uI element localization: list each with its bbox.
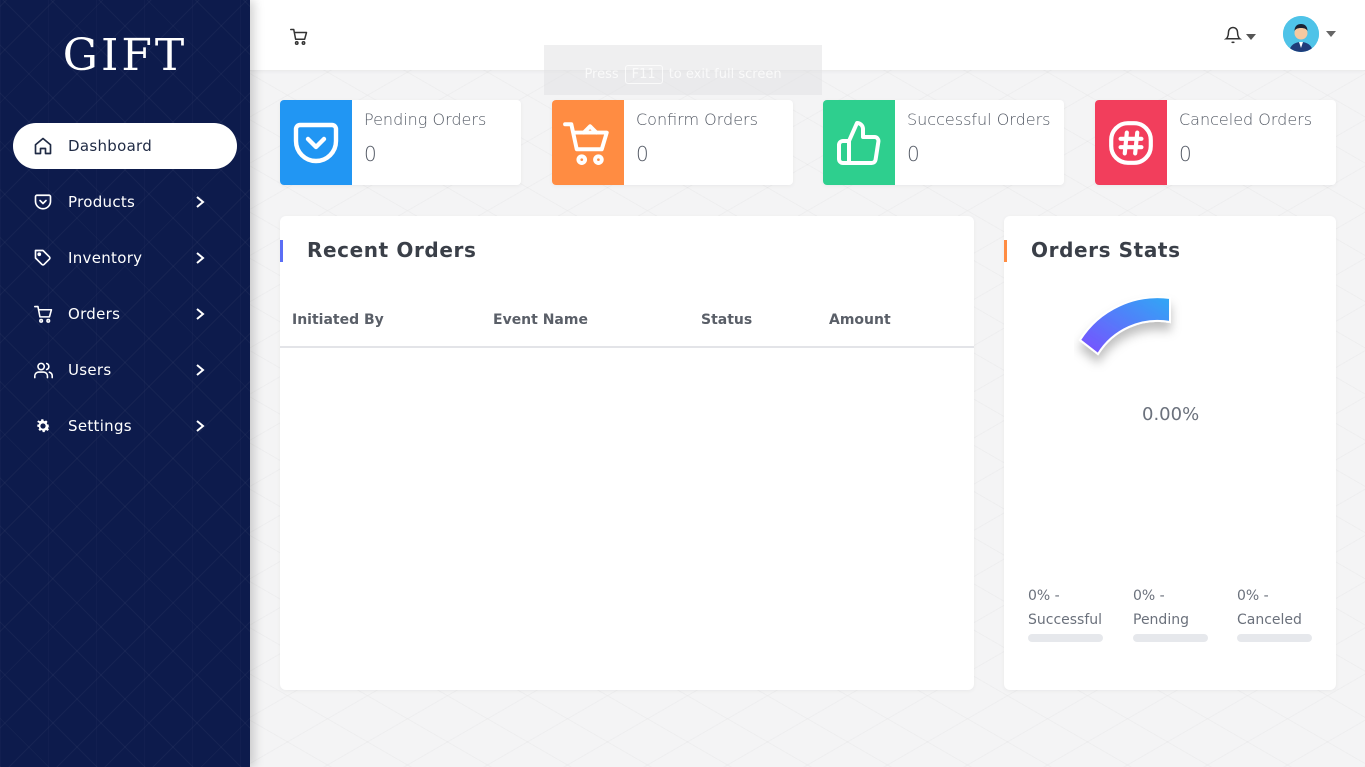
notifications-button[interactable]	[1223, 26, 1260, 48]
fullscreen-hint: Press F11 to exit full screen	[544, 45, 822, 95]
chevron-right-icon	[196, 252, 205, 264]
pocket-icon	[293, 122, 339, 163]
caret-down-icon	[1246, 34, 1256, 40]
stat-card-canceled[interactable]: Canceled Orders 0	[1095, 100, 1336, 185]
recent-orders-panel: Recent Orders Initiated By Event Name St…	[280, 216, 974, 690]
gauge-percent: 0.00%	[1142, 404, 1200, 425]
sidebar-nav: Dashboard Products Inventory Orders User…	[13, 123, 237, 459]
stat-card-confirm[interactable]: Confirm Orders 0	[552, 100, 793, 185]
stat-card-successful[interactable]: Successful Orders 0	[823, 100, 1064, 185]
breakdown-value: 0% -	[1028, 588, 1060, 604]
sidebar-item-label: Orders	[68, 305, 121, 323]
breakdown-value: 0% -	[1237, 588, 1269, 604]
panel-title: Orders Stats	[1031, 238, 1181, 262]
breakdown-value: 0% -	[1133, 588, 1165, 604]
chevron-right-icon	[196, 364, 205, 376]
gear-icon	[32, 415, 54, 437]
stat-icon-box	[823, 100, 895, 185]
stat-icon-box	[552, 100, 624, 185]
cart-icon	[32, 303, 54, 325]
stat-title: Successful Orders	[907, 110, 1051, 129]
sidebar-item-dashboard[interactable]: Dashboard	[13, 123, 237, 169]
stat-breakdown-pending: 0% - Pending	[1133, 584, 1213, 632]
column-header[interactable]: Status	[701, 312, 752, 328]
caret-down-icon[interactable]	[1326, 31, 1336, 37]
tag-icon	[32, 247, 54, 269]
sidebar: GIFT Dashboard Products Inventory Orders…	[0, 0, 250, 767]
fullscreen-hint-text: Press	[584, 66, 619, 82]
user-avatar[interactable]	[1283, 16, 1319, 52]
panel-title: Recent Orders	[307, 238, 477, 262]
sidebar-item-orders[interactable]: Orders	[13, 291, 237, 337]
progress-bar-canceled	[1237, 634, 1312, 642]
home-icon	[32, 135, 54, 157]
avatar-image	[1283, 16, 1319, 52]
stat-value: 0	[636, 142, 649, 166]
cart-icon	[563, 121, 609, 165]
stat-value: 0	[907, 142, 920, 166]
fullscreen-hint-text: to exit full screen	[668, 66, 782, 82]
column-header[interactable]: Amount	[829, 312, 891, 328]
orders-gauge	[1078, 296, 1171, 356]
stat-value: 0	[1179, 142, 1192, 166]
fullscreen-hint-key: F11	[624, 64, 663, 84]
cart-icon[interactable]	[290, 28, 308, 46]
stat-breakdown-successful: 0% - Successful	[1028, 584, 1108, 632]
sidebar-item-inventory[interactable]: Inventory	[13, 235, 237, 281]
pocket-icon	[32, 191, 54, 213]
column-header[interactable]: Initiated By	[292, 312, 384, 328]
hash-icon	[1109, 120, 1153, 165]
sidebar-item-label: Inventory	[68, 249, 143, 267]
app-logo[interactable]: GIFT	[0, 30, 250, 81]
progress-bar-pending	[1133, 634, 1208, 642]
sidebar-item-label: Users	[68, 361, 112, 379]
chevron-right-icon	[196, 196, 205, 208]
orders-stats-panel: Orders Stats 0.00% 0% - Successful 0% - …	[1004, 216, 1336, 690]
sidebar-item-label: Dashboard	[68, 137, 153, 155]
breakdown-label: Successful	[1028, 612, 1103, 628]
thumbs-up-icon	[837, 120, 881, 165]
chevron-right-icon	[196, 420, 205, 432]
column-header[interactable]: Event Name	[493, 312, 588, 328]
stat-icon-box	[280, 100, 352, 185]
sidebar-item-users[interactable]: Users	[13, 347, 237, 393]
stat-title: Confirm Orders	[636, 110, 758, 129]
chevron-right-icon	[196, 308, 205, 320]
sidebar-item-label: Products	[68, 193, 136, 211]
breakdown-label: Canceled	[1237, 612, 1302, 628]
users-icon	[32, 359, 54, 381]
sidebar-item-products[interactable]: Products	[13, 179, 237, 225]
gauge-arc	[1078, 296, 1171, 356]
stat-title: Pending Orders	[364, 110, 487, 129]
progress-bar-successful	[1028, 634, 1103, 642]
stat-title: Canceled Orders	[1179, 110, 1313, 129]
stat-breakdown-canceled: 0% - Canceled	[1237, 584, 1317, 632]
bell-icon	[1223, 26, 1243, 44]
table-header: Initiated By Event Name Status Amount	[280, 312, 974, 348]
stat-icon-box	[1095, 100, 1167, 185]
stat-value: 0	[364, 142, 377, 166]
stat-card-pending[interactable]: Pending Orders 0	[280, 100, 521, 185]
breakdown-label: Pending	[1133, 612, 1189, 628]
sidebar-item-settings[interactable]: Settings	[13, 403, 237, 449]
sidebar-item-label: Settings	[68, 417, 132, 435]
